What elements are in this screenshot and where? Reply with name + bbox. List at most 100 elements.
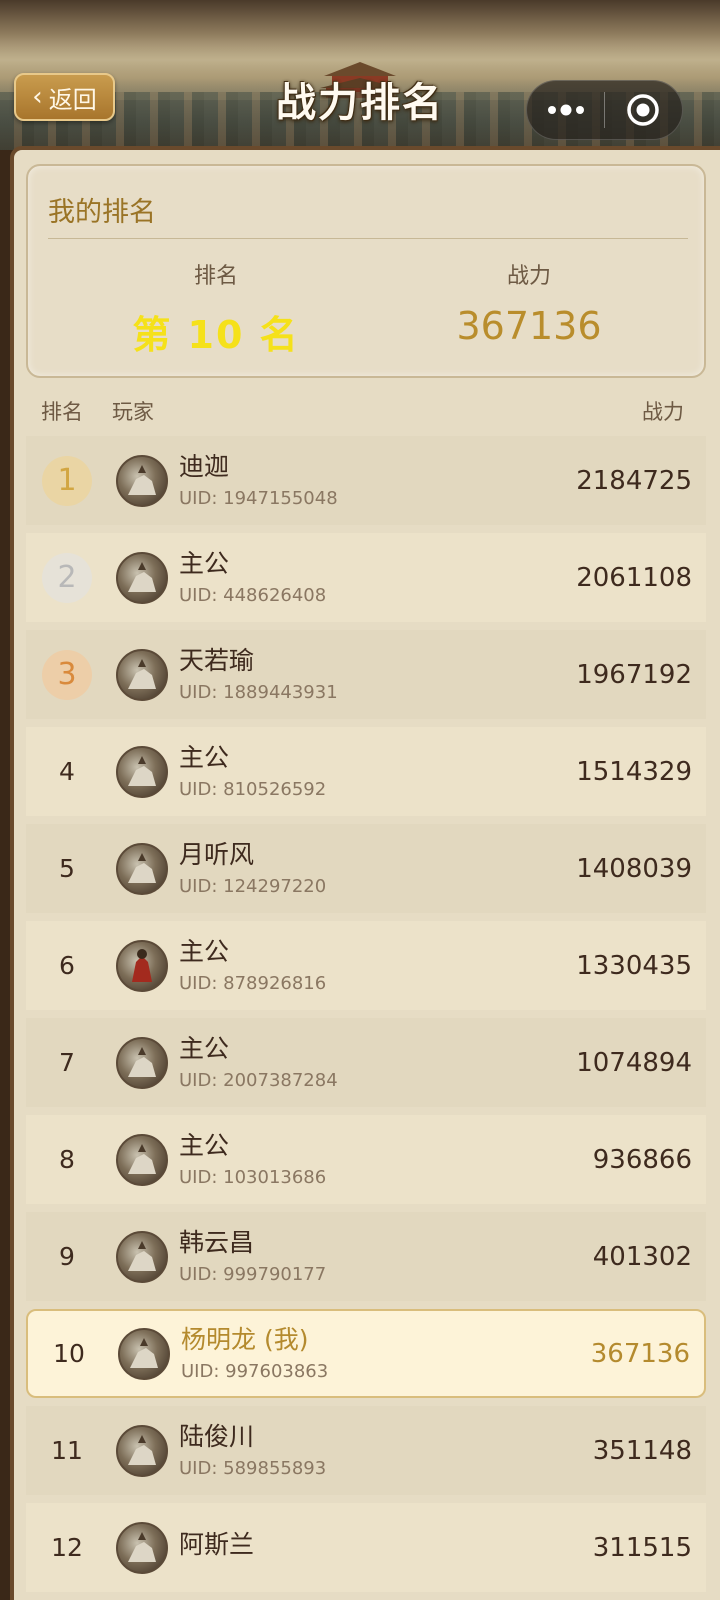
player-name: 天若瑜 — [179, 646, 255, 675]
gold-medal-icon: 1 — [42, 455, 92, 506]
player-power: 1408039 — [576, 853, 692, 884]
player-uid: UID: 810526592 — [179, 779, 327, 800]
player-uid: UID: 999790177 — [179, 1264, 327, 1285]
column-header-power: 战力 — [642, 400, 684, 424]
player-uid: UID: 589855893 — [179, 1458, 327, 1479]
player-info: 杨明龙 (我) UID: 997603863 — [181, 1325, 561, 1382]
rank-cell: 11 — [51, 1436, 83, 1465]
cavalry-avatar-icon — [128, 755, 156, 786]
avatar — [116, 1424, 168, 1477]
ranking-row-self[interactable]: 10 杨明龙 (我) UID: 997603863 367136 — [26, 1309, 706, 1398]
cavalry-avatar-icon — [130, 1337, 158, 1368]
rank-cell: 3 — [26, 649, 108, 700]
bronze-medal-icon: 3 — [42, 649, 92, 700]
ranking-row[interactable]: 4 主公 UID: 810526592 1514329 — [26, 727, 706, 816]
player-info: 主公 UID: 810526592 — [179, 743, 559, 800]
player-uid: UID: 124297220 — [179, 876, 327, 897]
player-name: 主公 — [179, 549, 230, 578]
player-power: 367136 — [590, 1338, 690, 1369]
player-uid: UID: 448626408 — [179, 585, 327, 606]
more-dots-icon — [547, 104, 584, 116]
player-name: 迪迦 — [179, 452, 230, 481]
ranking-row[interactable]: 9 韩云昌 UID: 999790177 401302 — [26, 1212, 706, 1301]
avatar — [116, 551, 168, 604]
player-power: 1514329 — [576, 756, 692, 787]
player-info: 阿斯兰 — [179, 1530, 559, 1566]
ranking-panel: 我的排名 排名 第 10 名 战力 367136 排名 玩家 战力 1 迪迦 U… — [10, 146, 720, 1600]
player-info: 主公 UID: 103013686 — [179, 1131, 559, 1188]
card-divider — [48, 238, 688, 239]
more-button[interactable] — [527, 80, 604, 140]
my-power-label: 战力 — [506, 264, 551, 289]
player-name: 主公 — [179, 743, 230, 772]
silver-medal-icon: 2 — [42, 552, 92, 603]
target-close-icon — [627, 94, 660, 126]
avatar — [116, 1230, 168, 1283]
player-power: 1967192 — [576, 659, 692, 690]
player-name: 主公 — [179, 1131, 230, 1160]
ranking-row[interactable]: 2 主公 UID: 448626408 2061108 — [26, 533, 706, 622]
mini-program-capsule — [526, 80, 683, 140]
player-uid: UID: 878926816 — [179, 973, 327, 994]
header-banner: ‹ 返回 战力排名 — [0, 0, 720, 150]
player-info: 主公 UID: 878926816 — [179, 937, 559, 994]
avatar — [116, 1521, 168, 1574]
player-uid: UID: 2007387284 — [179, 1070, 338, 1091]
player-power: 1074894 — [576, 1047, 692, 1078]
ranking-row[interactable]: 12 阿斯兰 311515 — [26, 1503, 706, 1592]
player-info: 月听风 UID: 124297220 — [179, 840, 559, 897]
close-button[interactable] — [605, 80, 682, 140]
ranking-row[interactable]: 7 主公 UID: 2007387284 1074894 — [26, 1018, 706, 1107]
avatar — [116, 939, 168, 992]
cavalry-avatar-icon — [128, 852, 156, 883]
player-info: 陆俊川 UID: 589855893 — [179, 1422, 559, 1479]
ranking-row[interactable]: 1 迪迦 UID: 1947155048 2184725 — [26, 436, 706, 525]
ranking-row[interactable]: 6 主公 UID: 878926816 1330435 — [26, 921, 706, 1010]
player-power: 351148 — [592, 1435, 692, 1466]
player-uid: UID: 997603863 — [181, 1361, 329, 1382]
ranking-row[interactable]: 5 月听风 UID: 124297220 1408039 — [26, 824, 706, 913]
player-info: 韩云昌 UID: 999790177 — [179, 1228, 559, 1285]
player-name: 主公 — [179, 1034, 230, 1063]
player-power: 311515 — [592, 1532, 692, 1563]
player-info: 主公 UID: 2007387284 — [179, 1034, 559, 1091]
avatar — [116, 1133, 168, 1186]
chevron-left-icon: ‹ — [32, 82, 43, 112]
cavalry-avatar-icon — [128, 464, 156, 495]
cavalry-avatar-icon — [128, 1434, 156, 1465]
player-power: 401302 — [592, 1241, 692, 1272]
ranking-row[interactable]: 11 陆俊川 UID: 589855893 351148 — [26, 1406, 706, 1495]
player-name: 杨明龙 (我) — [181, 1325, 309, 1354]
player-uid: UID: 1947155048 — [179, 488, 338, 509]
rank-cell: 12 — [51, 1533, 83, 1562]
player-info: 天若瑜 UID: 1889443931 — [179, 646, 559, 703]
cavalry-avatar-icon — [128, 658, 156, 689]
player-info: 主公 UID: 448626408 — [179, 549, 559, 606]
player-name: 韩云昌 — [179, 1228, 255, 1257]
back-button[interactable]: ‹ 返回 — [14, 73, 115, 121]
player-name: 月听风 — [179, 840, 255, 869]
my-rank-card: 我的排名 排名 第 10 名 战力 367136 — [26, 164, 706, 378]
ranking-row[interactable]: 8 主公 UID: 103013686 936866 — [26, 1115, 706, 1204]
ranking-row[interactable]: 3 天若瑜 UID: 1889443931 1967192 — [26, 630, 706, 719]
player-info: 迪迦 UID: 1947155048 — [179, 452, 559, 509]
player-name: 主公 — [179, 937, 230, 966]
cavalry-avatar-icon — [128, 1240, 156, 1271]
my-rank-stat: 排名 第 10 名 — [86, 258, 346, 359]
player-power: 1330435 — [576, 950, 692, 981]
page-title: 战力排名 — [276, 80, 444, 126]
my-rank-value: 第 10 名 — [132, 313, 300, 357]
rank-cell: 6 — [59, 951, 75, 980]
my-rank-title: 我的排名 — [48, 197, 156, 228]
column-header-rank: 排名 — [41, 400, 83, 424]
player-name: 陆俊川 — [179, 1422, 255, 1451]
avatar — [116, 454, 168, 507]
avatar — [118, 1327, 170, 1380]
cavalry-avatar-icon — [128, 1143, 156, 1174]
avatar — [116, 1036, 168, 1089]
ranking-page: ‹ 返回 战力排名 我的排名 排名 第 10 名 战力 367136 排名 玩家… — [0, 0, 720, 1600]
avatar — [116, 842, 168, 895]
column-header-player: 玩家 — [112, 400, 154, 424]
rank-cell: 9 — [59, 1242, 75, 1271]
red-warrior-avatar-icon — [132, 948, 152, 982]
